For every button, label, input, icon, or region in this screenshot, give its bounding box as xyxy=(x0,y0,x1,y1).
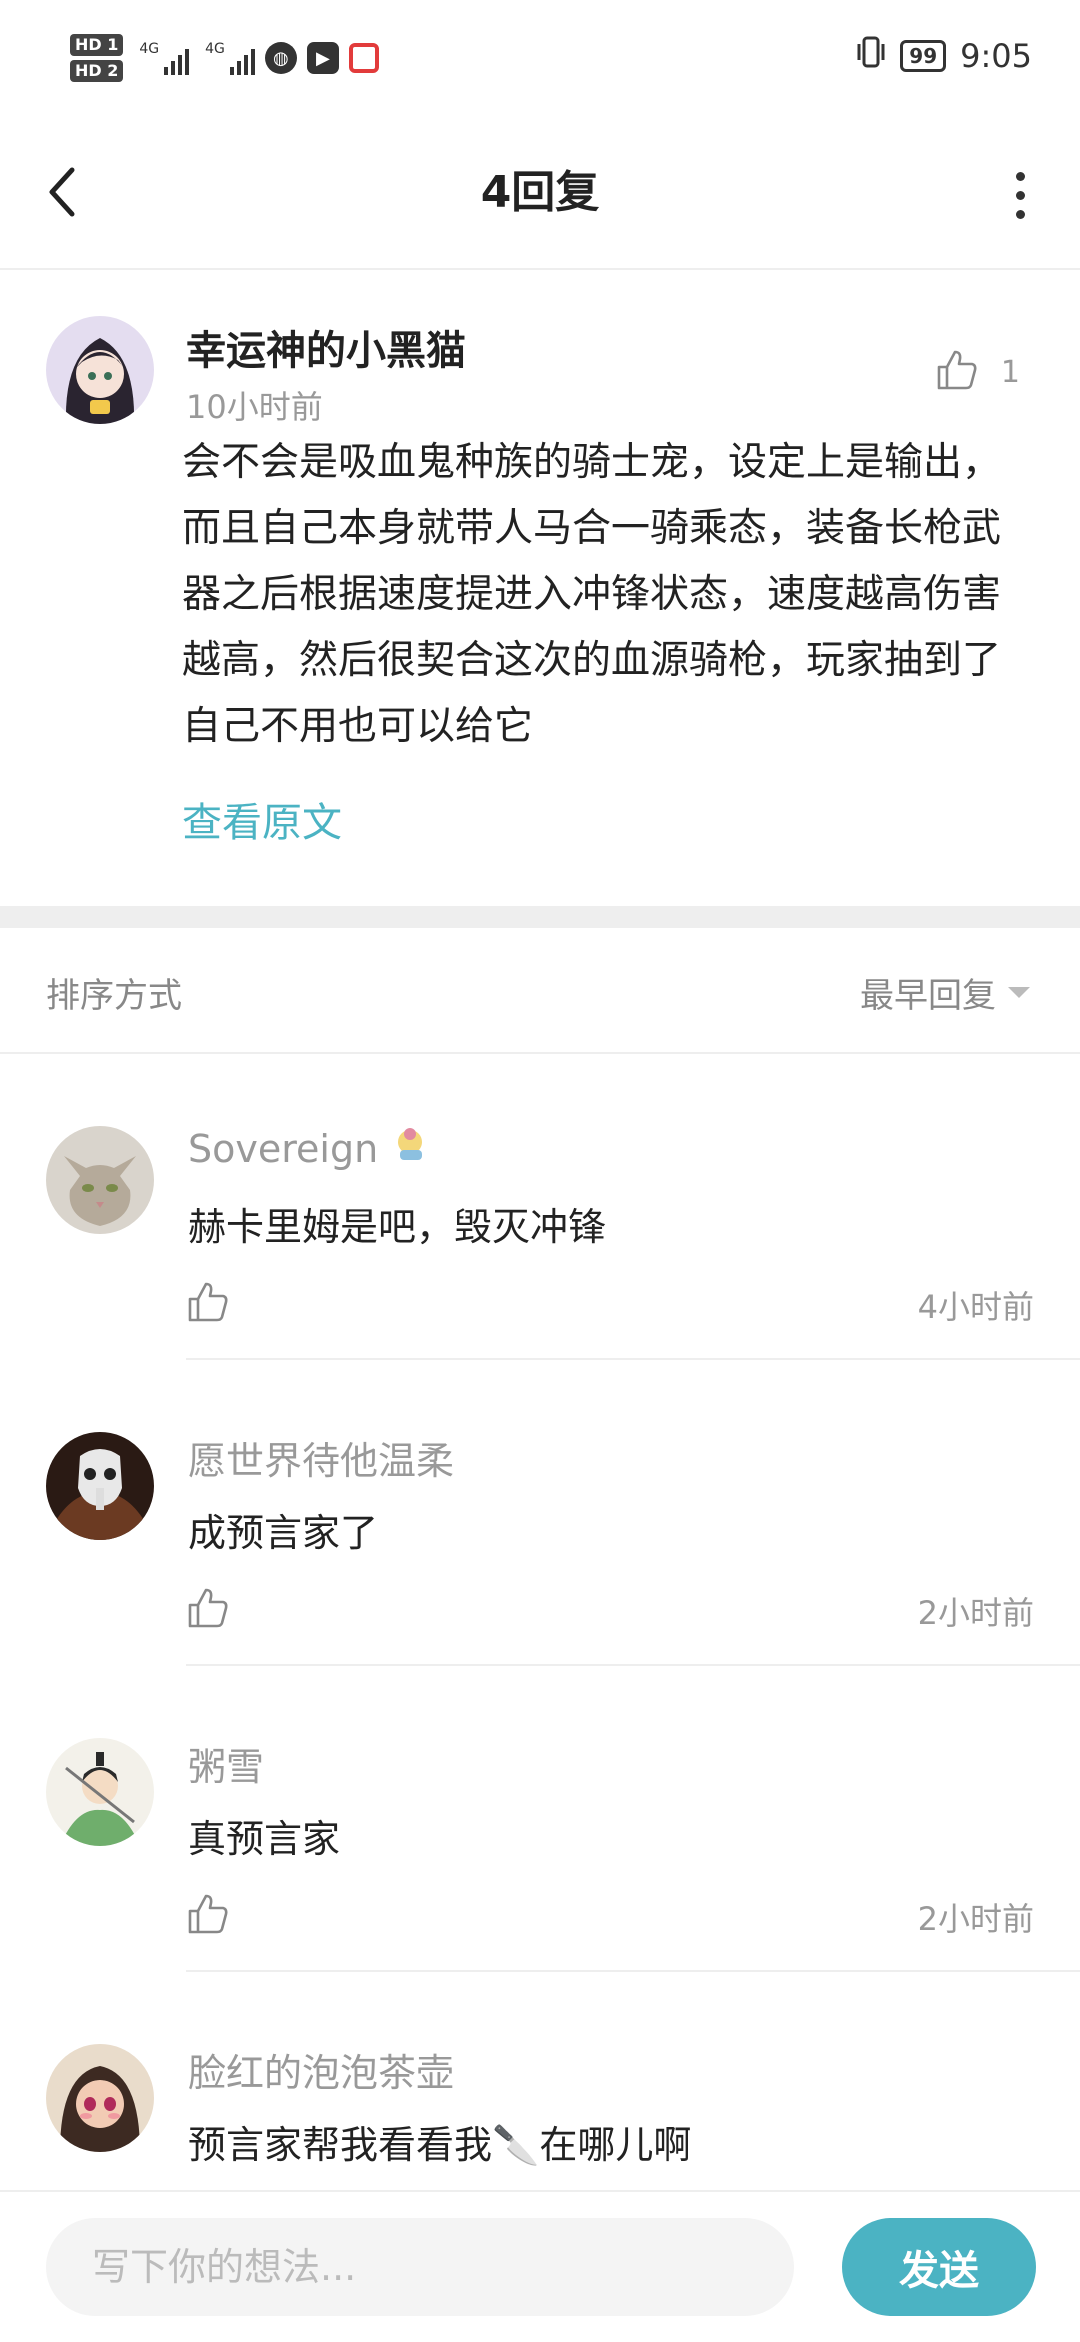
thumbs-up-icon[interactable] xyxy=(186,1280,230,1324)
ball-app-icon: ◍ xyxy=(264,42,297,74)
status-bar: HD 1 HD 2 4G 4G ◍ ▶ 99 9:05 xyxy=(0,0,1080,120)
like-button[interactable]: 1 xyxy=(935,348,1020,396)
hd2-indicator: HD 2 xyxy=(70,60,124,82)
reply-author[interactable]: 愿世界待他温柔 xyxy=(188,1430,454,1485)
reply-text: 成预言家了 xyxy=(188,1511,379,1555)
comment-input[interactable] xyxy=(46,2218,794,2316)
comment-time: 10小时前 xyxy=(186,388,323,426)
reply-text: 真预言家 xyxy=(188,1817,341,1861)
comment-text: 会不会是吸血鬼种族的骑士宠，设定上是输出，而且自己本身就带人马合一骑乘态，装备长… xyxy=(182,440,1002,749)
sort-row: 排序方式 最早回复 xyxy=(0,928,1080,1054)
battery-icon: 99 xyxy=(900,40,947,72)
thumbs-up-icon[interactable] xyxy=(186,1586,230,1630)
reply-time: 2小时前 xyxy=(917,1900,1034,1938)
reply-text: 赫卡里姆是吧，毁灭冲锋 xyxy=(188,1205,607,1249)
sort-dropdown[interactable]: 最早回复 xyxy=(860,968,1030,1017)
signal-icon-1: 4G xyxy=(139,41,190,75)
vibrate-icon xyxy=(856,36,886,76)
status-right: 99 9:05 xyxy=(856,36,1032,76)
section-divider xyxy=(0,906,1080,928)
like-count: 1 xyxy=(1000,354,1020,390)
play-app-icon: ▶ xyxy=(306,42,339,74)
reply-item: Sovereign 赫卡里姆是吧，毁灭冲锋 4小时前 xyxy=(0,1054,1080,1360)
sort-label: 排序方式 xyxy=(46,976,182,1016)
thumbs-up-icon[interactable] xyxy=(935,348,979,396)
more-icon[interactable] xyxy=(1000,160,1040,230)
avatar[interactable] xyxy=(46,1126,154,1234)
reply-author[interactable]: 脸红的泡泡茶壶 xyxy=(188,2042,454,2097)
avatar[interactable] xyxy=(46,2044,154,2152)
hd1-indicator: HD 1 xyxy=(70,34,124,56)
reply-text: 预言家帮我看看我🔪在哪儿啊 xyxy=(188,2123,692,2167)
caret-down-icon[interactable] xyxy=(1008,987,1030,998)
send-button[interactable]: 发送 xyxy=(842,2218,1036,2316)
reply-author[interactable]: 粥雪 xyxy=(188,1736,264,1791)
clock: 9:05 xyxy=(960,37,1032,75)
header: 4回复 xyxy=(0,120,1080,270)
comment-bar: 发送 xyxy=(0,2190,1080,2342)
badge-icon xyxy=(390,1124,430,1173)
sort-value[interactable]: 最早回复 xyxy=(860,968,996,1017)
reply-time: 2小时前 xyxy=(917,1594,1034,1632)
reply-item: 粥雪 真预言家 2小时前 xyxy=(0,1666,1080,1972)
avatar[interactable] xyxy=(46,1432,154,1540)
page-title: 4回复 xyxy=(480,167,600,218)
status-left: HD 1 HD 2 4G 4G ◍ ▶ xyxy=(70,28,379,88)
thumbs-up-icon[interactable] xyxy=(186,1892,230,1936)
signal-icon-2: 4G xyxy=(205,41,255,75)
red-app-icon xyxy=(348,43,379,73)
reply-time: 4小时前 xyxy=(917,1288,1034,1326)
comment-author[interactable]: 幸运神的小黑猫 xyxy=(186,318,466,376)
avatar[interactable] xyxy=(46,1738,154,1846)
reply-item: 愿世界待他温柔 成预言家了 2小时前 xyxy=(0,1360,1080,1666)
main-comment: 幸运神的小黑猫 10小时前 1 会不会是吸血鬼种族的骑士宠，设定上是输出，而且自… xyxy=(0,270,1080,906)
view-original-link[interactable]: 查看原文 xyxy=(182,790,342,848)
reply-author[interactable]: Sovereign xyxy=(188,1127,378,1171)
avatar[interactable] xyxy=(46,316,154,424)
